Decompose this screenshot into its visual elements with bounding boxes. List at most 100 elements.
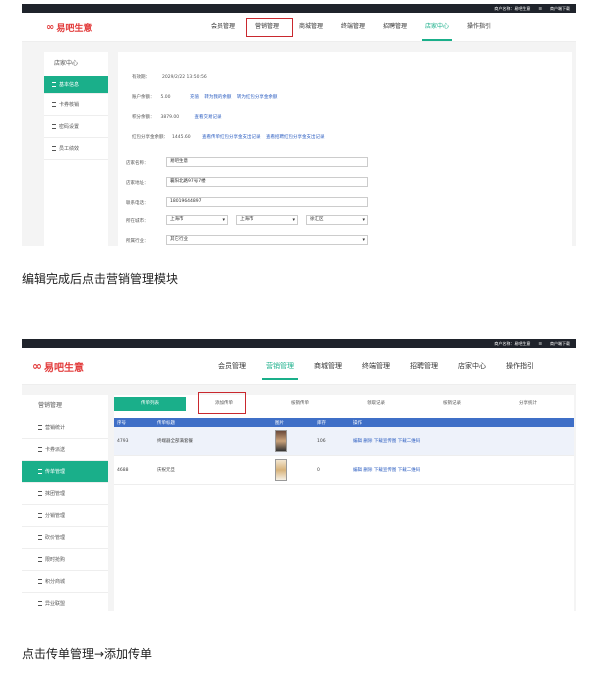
nav-mall[interactable]: 商城管理 [290, 19, 332, 35]
city-select[interactable]: 上海市 [236, 215, 298, 225]
tab-verify-records[interactable]: 核销记录 [414, 397, 490, 411]
list-icon [38, 513, 42, 518]
flyer-redpack-link[interactable]: 查看传单红包分享金支出记录 [202, 135, 261, 140]
brand-logo[interactable]: ∞ 易吧生意 [32, 359, 84, 374]
sidebar-item-coupon[interactable]: 卡券派送 [22, 439, 108, 461]
table-row: 4688 庆祝元旦 0 编辑 删除 下载宣传图 下载二维码 [114, 456, 574, 485]
list-icon [38, 447, 42, 452]
sidebar-item-alliance[interactable]: 异业联盟 [22, 593, 108, 611]
nav-marketing[interactable]: 营销管理 [256, 358, 304, 380]
main-nav: 会员管理 营销管理 商城管理 终端管理 招聘管理 店家中心 操作指引 [208, 358, 544, 380]
list-icon [52, 146, 56, 151]
header: ∞ 易吧生意 会员管理 营销管理 商城管理 终端管理 招聘管理 店家中心 操作指… [22, 348, 576, 385]
phone-label: 联系电话： [126, 201, 149, 206]
nav-guide[interactable]: 操作指引 [458, 19, 500, 35]
list-icon [38, 491, 42, 496]
list-icon [38, 425, 42, 430]
nav-members[interactable]: 会员管理 [208, 358, 256, 374]
list-icon [52, 82, 56, 87]
list-icon [38, 469, 42, 474]
province-select[interactable]: 上海市 [166, 215, 228, 225]
brand-name: 易吧生意 [44, 362, 84, 374]
sidebar-item-coupon-verify[interactable]: 卡券核销 [44, 94, 108, 116]
tab-verify-flyer[interactable]: 核销传单 [262, 397, 338, 411]
sidebar-title: 店家中心 [54, 60, 79, 67]
sidebar-item-basic-info[interactable]: 基本信息 [44, 76, 108, 94]
key-icon [52, 124, 56, 129]
flyer-panel: 传单列表 添加传单 核销传单 领取记录 核销记录 分享统计 序号 传单标题 图片… [114, 392, 574, 611]
nav-terminal[interactable]: 终端管理 [332, 19, 374, 35]
caption-step-1: 编辑完成后点击营销管理模块 [22, 272, 179, 286]
to-my-balance-link[interactable]: 转为我的余额 [204, 95, 231, 100]
top-bar: 商户名称：易吧生意 ☰ 商户端下载 [22, 339, 576, 348]
to-redpack-link[interactable]: 转为红包分享金余额 [237, 95, 278, 100]
highlight-add-flyer [198, 392, 246, 414]
account-name: 商户名称：易吧生意 [494, 340, 531, 346]
account-name: 商户名称：易吧生意 [494, 5, 531, 11]
valid-row: 有效期： 2029/2/22 13:50:56 [132, 75, 207, 80]
sidebar-item-flash-sale[interactable]: 限时抢购 [22, 549, 108, 571]
district-select[interactable]: 徐汇区 [306, 215, 368, 225]
sidebar-item-bargain[interactable]: 砍价管理 [22, 527, 108, 549]
row-actions[interactable]: 编辑 删除 下载宣传图 下载二维码 [350, 438, 510, 444]
list-icon [38, 557, 42, 562]
brand-logo[interactable]: ∞ 易吧生意 [46, 21, 92, 34]
redpack-row: 红包分享金余额： 1445.60 查看传单红包分享金支出记录 查看招聘红包分享金支… [132, 135, 325, 140]
sidebar-item-distribution[interactable]: 分销管理 [22, 505, 108, 527]
tab-claim-records[interactable]: 领取记录 [338, 397, 414, 411]
sidebar-item-points-mall[interactable]: 积分商城 [22, 571, 108, 593]
brand-name: 易吧生意 [56, 23, 93, 34]
menu-icon[interactable]: ☰ [538, 6, 542, 11]
industry-label: 所属行业： [126, 239, 149, 244]
recruit-redpack-link[interactable]: 查看招聘红包分享金支出记录 [266, 135, 325, 140]
recharge-link[interactable]: 充值 [190, 95, 199, 100]
points-row: 积分余额： 3879.00 查看交易记录 [132, 115, 222, 120]
nav-mall[interactable]: 商城管理 [304, 358, 352, 374]
nav-guide[interactable]: 操作指引 [496, 358, 544, 374]
nav-recruit[interactable]: 招聘管理 [400, 358, 448, 374]
sidebar: 营销管理 营销统计 卡券派送 传单管理 抹团管理 分销管理 砍价管理 限时抢购 … [22, 395, 108, 611]
menu-icon[interactable]: ☰ [538, 341, 542, 346]
transaction-link[interactable]: 查看交易记录 [195, 115, 222, 120]
download-link[interactable]: 商户端下载 [550, 6, 570, 12]
table-row: 4793 终端器全部满套餐 106 编辑 删除 下载宣传图 下载二维码 [114, 427, 574, 456]
sidebar-item-flyer[interactable]: 传单管理 [22, 461, 108, 483]
download-link[interactable]: 商户端下载 [550, 341, 570, 347]
city-label: 所在城市： [126, 219, 149, 224]
industry-select[interactable]: 其它行业 [166, 235, 368, 245]
sidebar-item-password[interactable]: 密码设置 [44, 116, 108, 138]
nav-terminal[interactable]: 终端管理 [352, 358, 400, 374]
nav-store-center[interactable]: 店家中心 [448, 358, 496, 374]
tab-share-stats[interactable]: 分享统计 [490, 397, 566, 411]
address-label: 店家地址： [126, 181, 149, 186]
highlight-marketing [246, 18, 293, 37]
store-address-input[interactable]: 襄阳北路97号7楼 [166, 177, 368, 187]
info-panel: 有效期： 2029/2/22 13:50:56 账户余额： 5.00 充值 转为我的… [118, 52, 572, 246]
nav-recruit[interactable]: 招聘管理 [374, 19, 416, 35]
nav-members[interactable]: 会员管理 [202, 19, 244, 35]
caption-step-2: 点击传单管理→添加传单 [22, 647, 153, 661]
sidebar-item-stats[interactable]: 营销统计 [22, 417, 108, 439]
store-name-input[interactable]: 易吧生意 [166, 157, 368, 167]
header: ∞ 易吧生意 会员管理 营销管理 商城管理 终端管理 招聘管理 店家中心 操作指… [22, 13, 576, 42]
nav-store-center[interactable]: 店家中心 [416, 19, 458, 41]
tab-flyer-list[interactable]: 传单列表 [114, 397, 186, 411]
list-icon [38, 601, 42, 606]
row-actions[interactable]: 编辑 删除 下载宣传图 下载二维码 [350, 467, 510, 473]
list-icon [38, 535, 42, 540]
sidebar-item-group[interactable]: 抹团管理 [22, 483, 108, 505]
flyer-thumbnail [275, 459, 287, 481]
name-label: 店家名称： [126, 161, 149, 166]
balance-row: 账户余额： 5.00 充值 转为我的余额 转为红包分享金余额 [132, 95, 278, 100]
sidebar-item-staff[interactable]: 员工绩效 [44, 138, 108, 160]
flyer-table: 序号 传单标题 图片 库存 操作 4793 终端器全部满套餐 106 编辑 删除… [114, 418, 574, 485]
flyer-thumbnail [275, 430, 287, 452]
sidebar: 店家中心 基本信息 卡券核销 密码设置 员工绩效 [44, 52, 108, 246]
logo-icon: ∞ [46, 21, 55, 33]
screenshot-store-center: 商户名称：易吧生意 ☰ 商户端下载 ∞ 易吧生意 会员管理 营销管理 商城管理 … [22, 4, 576, 246]
logo-icon: ∞ [32, 359, 42, 373]
screenshot-marketing: 商户名称：易吧生意 ☰ 商户端下载 ∞ 易吧生意 会员管理 营销管理 商城管理 … [22, 339, 576, 611]
sidebar-title: 营销管理 [38, 402, 63, 409]
list-icon [38, 579, 42, 584]
phone-input[interactable]: 18019644897 [166, 197, 368, 207]
